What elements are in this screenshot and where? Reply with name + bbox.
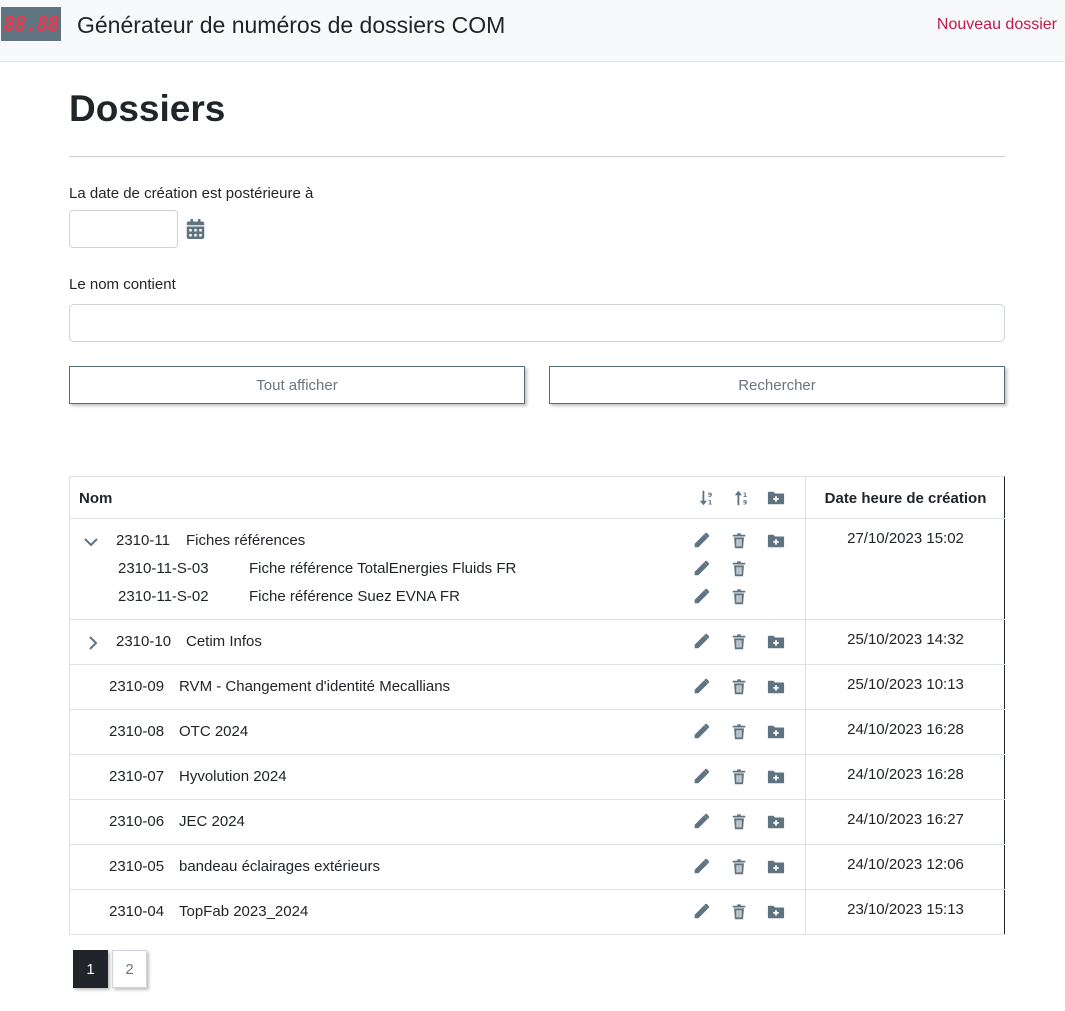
- add-subfolder-icon[interactable]: [767, 678, 785, 696]
- date-filter-input[interactable]: [69, 210, 178, 248]
- add-subfolder-icon[interactable]: [767, 813, 785, 831]
- edit-icon[interactable]: [692, 723, 710, 741]
- table-header: Nom 9 1 1 9 Date heure de création: [70, 477, 1005, 519]
- table-row: 2310-07 Hyvolution 2024 24/10/2023 16:28: [70, 755, 1005, 800]
- delete-icon[interactable]: [730, 532, 748, 550]
- add-subfolder-icon[interactable]: [767, 858, 785, 876]
- creation-date: 27/10/2023 15:02: [847, 530, 964, 547]
- delete-icon[interactable]: [730, 588, 748, 606]
- dossier-name: bandeau éclairages extérieurs: [179, 858, 380, 875]
- table-row: 2310-04 TopFab 2023_2024 23/10/2023 15:13: [70, 890, 1005, 935]
- navbar: 88.88 Générateur de numéros de dossiers …: [0, 0, 1065, 62]
- dossier-name: TopFab 2023_2024: [179, 903, 309, 920]
- expand-chevron-icon[interactable]: [86, 636, 100, 650]
- dossier-name: Cetim Infos: [186, 633, 262, 650]
- page-1-button[interactable]: 1: [73, 950, 108, 988]
- divider: [69, 156, 1005, 157]
- dossier-code: 2310-09: [109, 678, 165, 695]
- sub-dossier-name: Fiche référence Suez EVNA FR: [249, 588, 460, 605]
- dossier-code: 2310-05: [109, 858, 165, 875]
- dossier-name: Fiches références: [186, 532, 306, 549]
- delete-icon[interactable]: [730, 858, 748, 876]
- dossier-code: 2310-10: [116, 633, 172, 650]
- dossier-name: JEC 2024: [179, 813, 245, 830]
- creation-date: 25/10/2023 10:13: [847, 676, 964, 693]
- edit-icon[interactable]: [692, 858, 710, 876]
- edit-icon[interactable]: [692, 532, 710, 550]
- delete-icon[interactable]: [730, 903, 748, 921]
- sort-descending-icon[interactable]: 9 1: [698, 489, 716, 507]
- date-filter-label: La date de création est postérieure à: [69, 185, 314, 202]
- folder-add-icon[interactable]: [767, 489, 785, 507]
- new-dossier-link[interactable]: Nouveau dossier: [937, 16, 1057, 34]
- dossier-code: 2310-04: [109, 903, 165, 920]
- creation-date: 24/10/2023 16:28: [847, 766, 964, 783]
- name-filter-label: Le nom contient: [69, 276, 176, 293]
- edit-icon[interactable]: [692, 588, 710, 606]
- show-all-button[interactable]: Tout afficher: [69, 366, 525, 404]
- edit-icon[interactable]: [692, 903, 710, 921]
- table-row: 2310-08 OTC 2024 24/10/2023 16:28: [70, 710, 1005, 755]
- page-title: Dossiers: [69, 88, 226, 129]
- delete-icon[interactable]: [730, 633, 748, 651]
- sort-ascending-icon[interactable]: 1 9: [733, 489, 751, 507]
- table-row: 2310-06 JEC 2024 24/10/2023 16:27: [70, 800, 1005, 845]
- edit-icon[interactable]: [692, 813, 710, 831]
- page-2-button[interactable]: 2: [112, 950, 147, 988]
- delete-icon[interactable]: [730, 560, 748, 578]
- delete-icon[interactable]: [730, 723, 748, 741]
- add-subfolder-icon[interactable]: [767, 723, 785, 741]
- table-row: 2310-10 Cetim Infos 25/10/2023 14:32: [70, 620, 1005, 665]
- dossier-code: 2310-07: [109, 768, 165, 785]
- dossier-name: Hyvolution 2024: [179, 768, 287, 785]
- dossier-code: 2310-11: [116, 532, 170, 549]
- app-title: Générateur de numéros de dossiers COM: [77, 12, 506, 38]
- sub-dossier-code: 2310-11-S-02: [118, 588, 209, 605]
- logo-text: 88.88: [3, 12, 59, 36]
- dossiers-table: Nom 9 1 1 9 Date heure de création 2310-…: [69, 476, 1005, 935]
- column-header-date: Date heure de création: [824, 490, 987, 507]
- delete-icon[interactable]: [730, 813, 748, 831]
- dossier-name: OTC 2024: [179, 723, 249, 740]
- table-row: 2310-05 bandeau éclairages extérieurs 24/1…: [70, 845, 1005, 890]
- collapse-chevron-icon[interactable]: [84, 535, 98, 549]
- add-subfolder-icon[interactable]: [767, 768, 785, 786]
- dossier-code: 2310-06: [109, 813, 165, 830]
- creation-date: 25/10/2023 14:32: [847, 631, 964, 648]
- sub-dossier-code: 2310-11-S-03: [118, 560, 209, 577]
- delete-icon[interactable]: [730, 768, 748, 786]
- app-logo[interactable]: 88.88: [1, 7, 61, 41]
- column-header-name: Nom: [79, 490, 113, 507]
- name-filter-input[interactable]: [69, 304, 1005, 342]
- svg-text:1: 1: [708, 499, 712, 506]
- creation-date: 24/10/2023 12:06: [847, 856, 964, 873]
- delete-icon[interactable]: [730, 678, 748, 696]
- add-subfolder-icon[interactable]: [767, 532, 785, 550]
- sub-dossier-name: Fiche référence TotalEnergies Fluids FR: [249, 560, 517, 577]
- table-row: 2310-09 RVM - Changement d'identité Mecal…: [70, 665, 1005, 710]
- calendar-icon[interactable]: [186, 219, 205, 239]
- creation-date: 24/10/2023 16:28: [847, 721, 964, 738]
- add-subfolder-icon[interactable]: [767, 903, 785, 921]
- svg-text:9: 9: [743, 499, 747, 506]
- edit-icon[interactable]: [692, 678, 710, 696]
- dossier-name: RVM - Changement d'identité Mecallians: [179, 678, 451, 695]
- dossier-code: 2310-08: [109, 723, 165, 740]
- edit-icon[interactable]: [692, 560, 710, 578]
- add-subfolder-icon[interactable]: [767, 633, 785, 651]
- creation-date: 24/10/2023 16:27: [847, 811, 964, 828]
- creation-date: 23/10/2023 15:13: [847, 901, 964, 918]
- search-button[interactable]: Rechercher: [549, 366, 1005, 404]
- edit-icon[interactable]: [692, 768, 710, 786]
- svg-text:1: 1: [743, 492, 747, 499]
- table-row: 2310-11 Fiches références 27/10/2023 15:02…: [70, 519, 1005, 620]
- svg-text:9: 9: [708, 492, 712, 499]
- edit-icon[interactable]: [692, 633, 710, 651]
